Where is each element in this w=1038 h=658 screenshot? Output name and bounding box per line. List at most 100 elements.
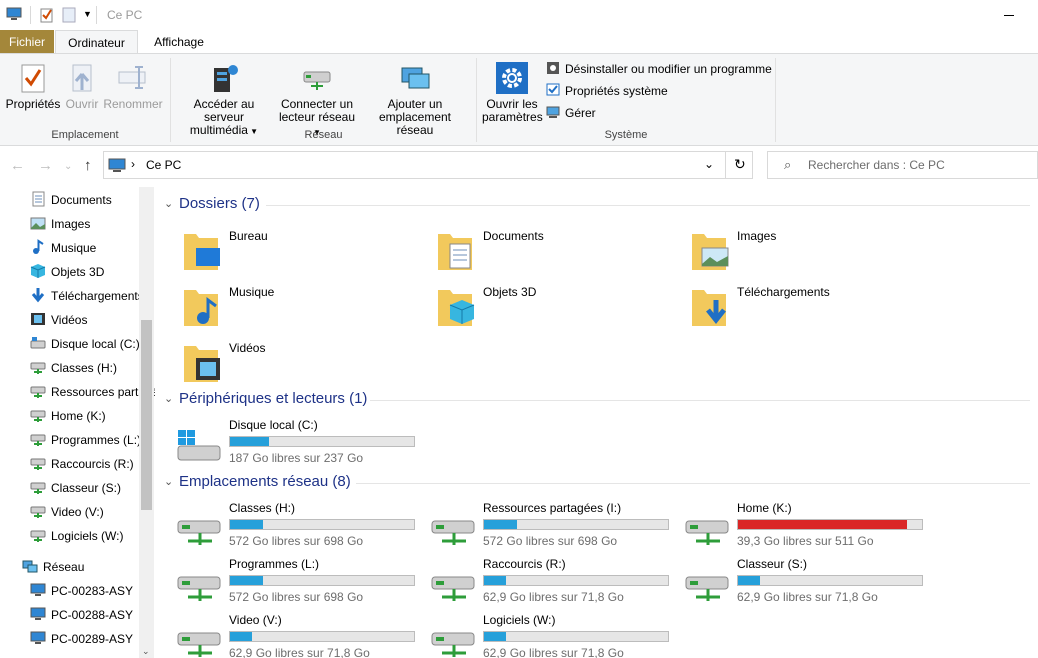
sidebar-item-musique[interactable]: Musique <box>30 237 96 259</box>
address-bar[interactable]: › Ce PC ⌄ ↻ <box>103 151 753 179</box>
ouvrir-button[interactable]: Ouvrir <box>63 62 101 111</box>
folder-label: Images <box>737 229 777 243</box>
content-pane: ⌄ Dossiers (7) Bureau Documents Images M… <box>160 187 1038 658</box>
section-divider <box>370 400 1030 401</box>
group-label-systeme: Système <box>604 129 648 141</box>
section-header-emplacements-reseau[interactable]: ⌄ Emplacements réseau (8) <box>160 473 1030 493</box>
breadcrumb-chevron-icon[interactable]: › <box>131 157 135 171</box>
sidebar-item-video-v[interactable]: Video (V:) <box>30 501 104 523</box>
sidebar-item-label: PC-00288-ASY <box>51 608 134 622</box>
refresh-icon[interactable]: ↻ <box>734 156 746 173</box>
ouvrir-parametres-line1: Ouvrir les <box>486 97 538 111</box>
tab-ordinateur[interactable]: Ordinateur <box>55 30 138 54</box>
network-drive-icon <box>685 520 729 545</box>
network-drive-item-ressources-partagees-i[interactable]: Ressources partagées (I:) 572 Go libres … <box>414 501 669 551</box>
up-arrow-icon[interactable]: ↑ <box>84 157 92 174</box>
sidebar-item-ressources-partagees-i[interactable]: Ressources partagées (I:) <box>30 381 155 403</box>
folder-item-bureau[interactable]: Bureau <box>160 222 400 274</box>
scroll-down-arrow-icon[interactable]: ⌄ <box>142 646 150 657</box>
ouvrir-parametres-button[interactable]: Ouvrir les paramètres <box>482 62 543 124</box>
folder-item-telechargements[interactable]: Téléchargements <box>668 278 908 330</box>
drive-usage-bar <box>737 575 923 586</box>
sidebar-item-raccourcis-r[interactable]: Raccourcis (R:) <box>30 453 134 475</box>
drive-usage-fill <box>230 520 263 529</box>
collapse-chevron-icon[interactable]: ⌄ <box>164 475 173 488</box>
folder-label: Musique <box>229 285 275 299</box>
network-drive-item-video-v[interactable]: Video (V:) 62,9 Go libres sur 71,8 Go <box>160 613 415 658</box>
address-path[interactable]: Ce PC <box>146 158 181 172</box>
forward-arrow-icon[interactable]: → <box>38 157 53 174</box>
sidebar-item-computer[interactable]: PC-00288-ASY <box>30 604 133 626</box>
network-drive-item-logiciels-w[interactable]: Logiciels (W:) 62,9 Go libres sur 71,8 G… <box>414 613 669 658</box>
network-drive-icon <box>30 434 46 446</box>
drive-icon <box>30 337 46 349</box>
drive-usage-fill <box>738 520 907 529</box>
drive-free-space: 62,9 Go libres sur 71,8 Go <box>483 646 624 658</box>
navigation-bar: ← → ⌄ ↑ › Ce PC ⌄ ↻ ⌕ Rechercher dans : … <box>0 147 1038 185</box>
sidebar-item-objets-3d[interactable]: Objets 3D <box>30 261 104 283</box>
renommer-button[interactable]: Renommer <box>103 62 163 111</box>
sidebar-item-computer[interactable]: PC-00289-ASY <box>30 628 133 650</box>
open-icon <box>72 64 92 92</box>
network-drive-icon <box>30 506 46 518</box>
sidebar-item-label: Documents <box>51 193 112 207</box>
new-folder-icon[interactable] <box>62 7 76 23</box>
folder-item-objets-3d[interactable]: Objets 3D <box>414 278 654 330</box>
sidebar-item-label: Raccourcis (R:) <box>51 457 134 471</box>
address-dropdown-chevron-icon[interactable]: ⌄ <box>704 157 714 171</box>
sidebar-item-telechargements[interactable]: Téléchargements <box>30 285 144 307</box>
sidebar-item-classeur-s[interactable]: Classeur (S:) <box>30 477 121 499</box>
cube-icon <box>30 264 46 278</box>
computer-icon <box>30 583 46 596</box>
folder-label: Documents <box>483 229 544 243</box>
sidebar-item-videos[interactable]: Vidéos <box>30 309 87 331</box>
network-drive-item-classeur-s[interactable]: Classeur (S:) 62,9 Go libres sur 71,8 Go <box>668 557 923 607</box>
properties-icon[interactable] <box>40 7 54 23</box>
drive-item-disque-local-c[interactable]: Disque local (C:) 187 Go libres sur 237 … <box>160 418 415 468</box>
document-icon <box>32 191 45 207</box>
folder-item-videos[interactable]: Vidéos <box>160 334 400 386</box>
ajouter-emplacement-reseau-button[interactable]: Ajouter un emplacement réseau <box>360 62 470 137</box>
sidebar-item-label: Programmes (L:) <box>51 433 142 447</box>
sidebar-item-images[interactable]: Images <box>30 213 90 235</box>
sidebar-item-reseau[interactable]: Réseau <box>22 556 84 578</box>
recent-locations-chevron-icon[interactable]: ⌄ <box>64 161 72 172</box>
sidebar-item-computer[interactable]: PC-00283-ASY <box>30 580 133 602</box>
network-drive-item-raccourcis-r[interactable]: Raccourcis (R:) 62,9 Go libres sur 71,8 … <box>414 557 669 607</box>
network-drive-item-home-k[interactable]: Home (K:) 39,3 Go libres sur 511 Go <box>668 501 923 551</box>
search-box[interactable]: ⌕ Rechercher dans : Ce PC <box>767 151 1038 179</box>
back-arrow-icon[interactable]: ← <box>10 157 25 174</box>
proprietes-systeme-button[interactable]: Propriétés système <box>546 82 668 100</box>
sidebar-item-documents[interactable]: Documents <box>30 189 112 211</box>
folder-item-documents[interactable]: Documents <box>414 222 654 274</box>
sidebar-item-programmes-l[interactable]: Programmes (L:) <box>30 429 141 451</box>
sidebar-item-disque-local-c[interactable]: Disque local (C:) <box>30 333 140 355</box>
collapse-chevron-icon[interactable]: ⌄ <box>164 197 173 210</box>
sidebar-scrollbar-thumb[interactable] <box>141 320 152 510</box>
desinstaller-programme-button[interactable]: Désinstaller ou modifier un programme <box>546 60 772 78</box>
network-drive-item-programmes-l[interactable]: Programmes (L:) 572 Go libres sur 698 Go <box>160 557 415 607</box>
sidebar-item-label: Images <box>51 217 91 231</box>
network-drive-icon <box>30 482 46 494</box>
customize-toolbar-icon[interactable]: ▼ <box>83 9 92 19</box>
drive-usage-bar <box>483 575 669 586</box>
connecter-lecteur-reseau-button[interactable]: Connecter un lecteur réseau ▼ <box>276 62 358 139</box>
sidebar-item-classes-h[interactable]: Classes (H:) <box>30 357 117 379</box>
music-folder-icon <box>184 290 218 326</box>
section-header-dossiers[interactable]: ⌄ Dossiers (7) <box>160 195 1030 215</box>
sidebar-item-home-k[interactable]: Home (K:) <box>30 405 106 427</box>
gerer-button[interactable]: Gérer <box>546 104 596 122</box>
tab-affichage[interactable]: Affichage <box>140 30 218 54</box>
section-header-peripheriques[interactable]: ⌄ Périphériques et lecteurs (1) <box>160 390 1030 410</box>
acceder-serveur-multimedia-button[interactable]: Accéder au serveur multimédia ▼ <box>174 62 274 138</box>
collapse-chevron-icon[interactable]: ⌄ <box>164 392 173 405</box>
folder-item-images[interactable]: Images <box>668 222 908 274</box>
folder-item-musique[interactable]: Musique <box>160 278 400 330</box>
drive-free-space: 62,9 Go libres sur 71,8 Go <box>483 590 624 604</box>
minimize-button[interactable] <box>1004 15 1014 16</box>
tab-fichier[interactable]: Fichier <box>0 30 54 54</box>
folder-label: Objets 3D <box>483 285 537 299</box>
proprietes-button[interactable]: Propriétés <box>5 62 61 111</box>
sidebar-item-logiciels-w[interactable]: Logiciels (W:) <box>30 525 123 547</box>
network-drive-item-classes-h[interactable]: Classes (H:) 572 Go libres sur 698 Go <box>160 501 415 551</box>
